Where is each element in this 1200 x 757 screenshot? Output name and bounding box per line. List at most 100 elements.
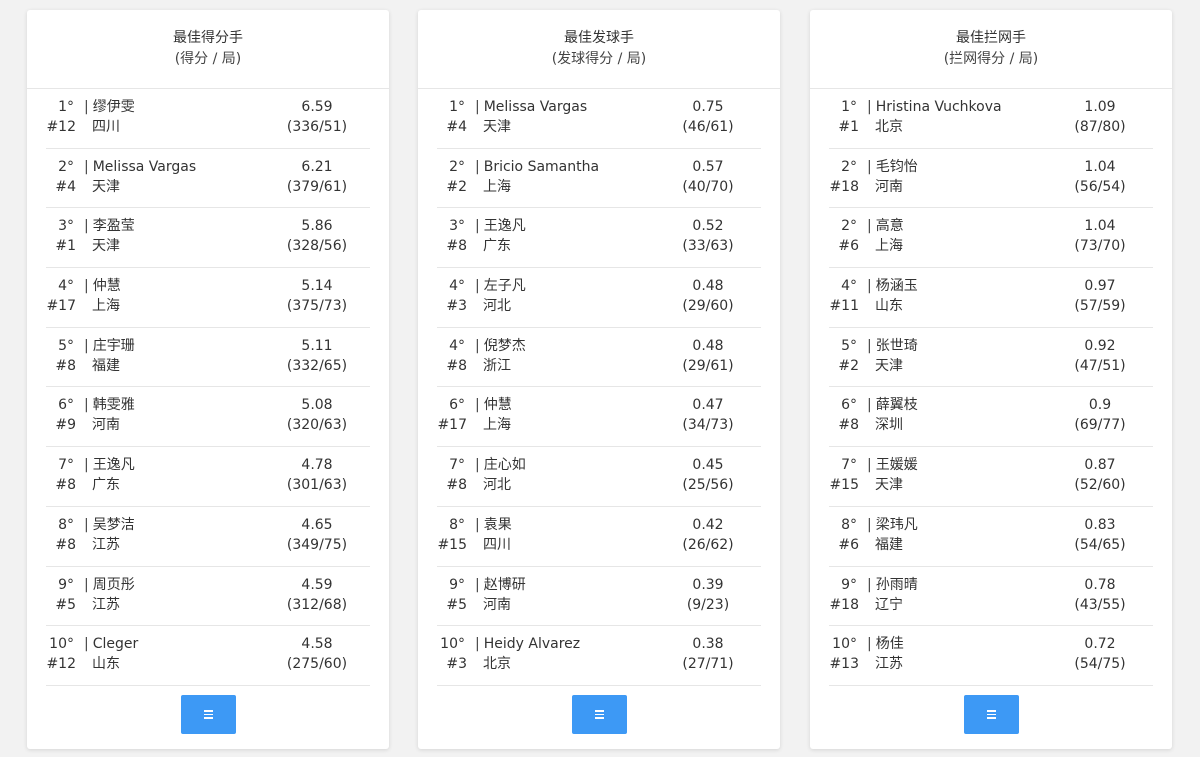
player-team: 四川: [483, 536, 511, 553]
ranking-row[interactable]: 7° #15 王媛媛天津 0.87 (52/60): [829, 447, 1153, 507]
ranking-row[interactable]: 8° #6 梁玮凡福建 0.83 (54/65): [829, 507, 1153, 567]
ranking-row[interactable]: 9° #5 赵博研河南 0.39 (9/23): [437, 567, 761, 627]
player-name[interactable]: 袁果: [475, 515, 512, 535]
player-name[interactable]: 倪梦杰: [475, 336, 526, 356]
player-name[interactable]: Melissa Vargas: [84, 157, 196, 177]
stat-value: 0.92: [1084, 337, 1116, 354]
stat-ratio: (25/56): [682, 477, 734, 494]
ranking-row[interactable]: 7° #8 庄心如河北 0.45 (25/56): [437, 447, 761, 507]
player-name[interactable]: Bricio Samantha: [475, 157, 599, 177]
ranking-row[interactable]: 3° #1 李盈莹天津 5.86 (328/56): [46, 208, 370, 269]
player-name[interactable]: 梁玮凡: [867, 515, 918, 535]
player-team: 天津: [875, 357, 903, 374]
player-rank: 4°: [58, 278, 74, 295]
player-team: 福建: [92, 357, 120, 374]
player-rank: 10°: [49, 636, 74, 653]
ranking-row[interactable]: 8° #15 袁果四川 0.42 (26/62): [437, 507, 761, 567]
ranking-row[interactable]: 2° #18 毛钧怡河南 1.04 (56/54): [829, 149, 1153, 209]
player-name[interactable]: 赵博研: [475, 575, 526, 595]
ranking-row[interactable]: 6° #17 仲慧上海 0.47 (34/73): [437, 387, 761, 448]
ranking-row[interactable]: 1° #1 Hristina Vuchkova 北京 1.09 (87/80): [829, 89, 1153, 149]
ranking-row[interactable]: 4° #17 仲慧上海 5.14 (375/73): [46, 268, 370, 328]
player-name[interactable]: 仲慧: [84, 276, 121, 296]
player-name[interactable]: 仲慧: [475, 395, 512, 415]
stat-ratio: (29/60): [682, 298, 734, 315]
ranking-row[interactable]: 10° #13 杨佳江苏 0.72 (54/75): [829, 626, 1153, 686]
player-team: 河南: [483, 596, 511, 613]
player-name[interactable]: 王逸凡: [475, 216, 526, 236]
menu-icon: [204, 710, 213, 719]
player-name[interactable]: 张世琦: [867, 336, 918, 356]
player-name[interactable]: 庄心如: [475, 455, 526, 475]
player-team: 河北: [483, 298, 511, 315]
stat-value: 0.52: [692, 218, 724, 235]
player-name[interactable]: Cleger: [84, 634, 139, 654]
player-name[interactable]: Hristina Vuchkova: [867, 97, 1002, 117]
ranking-row[interactable]: 9° #18 孙雨晴辽宁 0.78 (43/55): [829, 567, 1153, 627]
ranking-row[interactable]: 2° #6 高意上海 1.04 (73/70): [829, 208, 1153, 269]
ranking-row[interactable]: 4° #3 左子凡河北 0.48 (29/60): [437, 268, 761, 328]
ranking-row[interactable]: 4° #11 杨涵玉山东 0.97 (57/59): [829, 268, 1153, 328]
stat-ratio: (57/59): [1074, 298, 1126, 315]
player-number: #9: [55, 417, 76, 434]
ranking-row[interactable]: 6° #9 韩雯雅河南 5.08 (320/63): [46, 387, 370, 448]
player-team: 深圳: [875, 417, 903, 434]
leaderboard-board: 最佳得分手 (得分 / 局) 1° #12 缪伊雯四川 6.59 (336/51) 2° #4 M…: [0, 0, 1200, 757]
ranking-row[interactable]: 6° #8 薛翼枝深圳 0.9 (69/77): [829, 387, 1153, 448]
ranking-row[interactable]: 7° #8 王逸凡广东 4.78 (301/63): [46, 447, 370, 507]
player-number: #1: [55, 238, 76, 255]
player-name[interactable]: 毛钧怡: [867, 157, 918, 177]
show-more-button[interactable]: [964, 695, 1019, 734]
ranking-row[interactable]: 2° #2 Bricio Samantha上海 0.57 (40/70): [437, 149, 761, 209]
player-name[interactable]: 左子凡: [475, 276, 526, 296]
show-more-button[interactable]: [181, 695, 236, 734]
player-team: 江苏: [92, 536, 120, 553]
ranking-row[interactable]: 4° #8 倪梦杰浙江 0.48 (29/61): [437, 328, 761, 388]
ranking-row[interactable]: 3° #8 王逸凡广东 0.52 (33/63): [437, 208, 761, 269]
leaderboard-card: 最佳得分手 (得分 / 局) 1° #12 缪伊雯四川 6.59 (336/51) 2° #4 M…: [27, 10, 389, 749]
player-name[interactable]: 韩雯雅: [84, 395, 135, 415]
ranking-row[interactable]: 5° #2 张世琦天津 0.92 (47/51): [829, 328, 1153, 388]
player-name[interactable]: 薛翼枝: [867, 395, 918, 415]
ranking-row[interactable]: 10° #3 Heidy Alvarez 北京 0.38 (27/71): [437, 626, 761, 686]
player-name[interactable]: 孙雨晴: [867, 575, 918, 595]
stat-value: 6.59: [301, 99, 333, 115]
player-rank: 1°: [449, 99, 465, 115]
player-name[interactable]: Melissa Vargas: [475, 97, 587, 117]
stat-value: 5.86: [301, 218, 333, 235]
stat-value: 4.58: [301, 636, 333, 653]
stat-ratio: (379/61): [286, 178, 348, 195]
stat-ratio: (375/73): [286, 298, 348, 315]
player-team: 山东: [92, 656, 120, 673]
ranking-list: 1° #1 Hristina Vuchkova 北京 1.09 (87/80) 2° #18 毛…: [810, 89, 1172, 686]
player-name[interactable]: 李盈莹: [84, 216, 135, 236]
player-name[interactable]: 缪伊雯: [84, 97, 135, 117]
stat-value: 4.59: [301, 576, 333, 593]
player-team: 辽宁: [875, 596, 903, 613]
player-name[interactable]: 吴梦洁: [84, 515, 135, 535]
ranking-row[interactable]: 9° #5 周页彤江苏 4.59 (312/68): [46, 567, 370, 627]
card-subtitle: (拦网得分 / 局): [943, 51, 1039, 67]
ranking-row[interactable]: 2° #4 Melissa Vargas天津 6.21 (379/61): [46, 149, 370, 209]
stat-value: 1.09: [1084, 99, 1116, 115]
ranking-row[interactable]: 1° #12 缪伊雯四川 6.59 (336/51): [46, 89, 370, 149]
player-name[interactable]: 高意: [867, 216, 904, 236]
ranking-row[interactable]: 8° #8 吴梦洁江苏 4.65 (349/75): [46, 507, 370, 567]
show-more-button[interactable]: [572, 695, 627, 734]
player-name[interactable]: 庄宇珊: [84, 336, 135, 356]
player-name[interactable]: Heidy Alvarez: [475, 634, 580, 654]
player-name[interactable]: 周页彤: [84, 575, 135, 595]
ranking-row[interactable]: 10° #12 Cleger 山东 4.58 (275/60): [46, 626, 370, 686]
player-team: 天津: [92, 238, 120, 255]
player-rank: 6°: [58, 397, 74, 414]
player-name[interactable]: 王媛媛: [867, 455, 918, 475]
ranking-row[interactable]: 5° #8 庄宇珊福建 5.11 (332/65): [46, 328, 370, 388]
stat-ratio: (52/60): [1074, 477, 1126, 494]
player-rank: 3°: [449, 218, 465, 235]
player-name[interactable]: 杨佳: [867, 634, 904, 654]
player-name[interactable]: 杨涵玉: [867, 276, 918, 296]
player-name[interactable]: 王逸凡: [84, 455, 135, 475]
ranking-row[interactable]: 1° #4 Melissa Vargas 天津 0.75 (46/61): [437, 89, 761, 149]
ranking-list: 1° #12 缪伊雯四川 6.59 (336/51) 2° #4 Melissa Vargas…: [27, 89, 389, 686]
player-rank: 7°: [841, 457, 857, 474]
